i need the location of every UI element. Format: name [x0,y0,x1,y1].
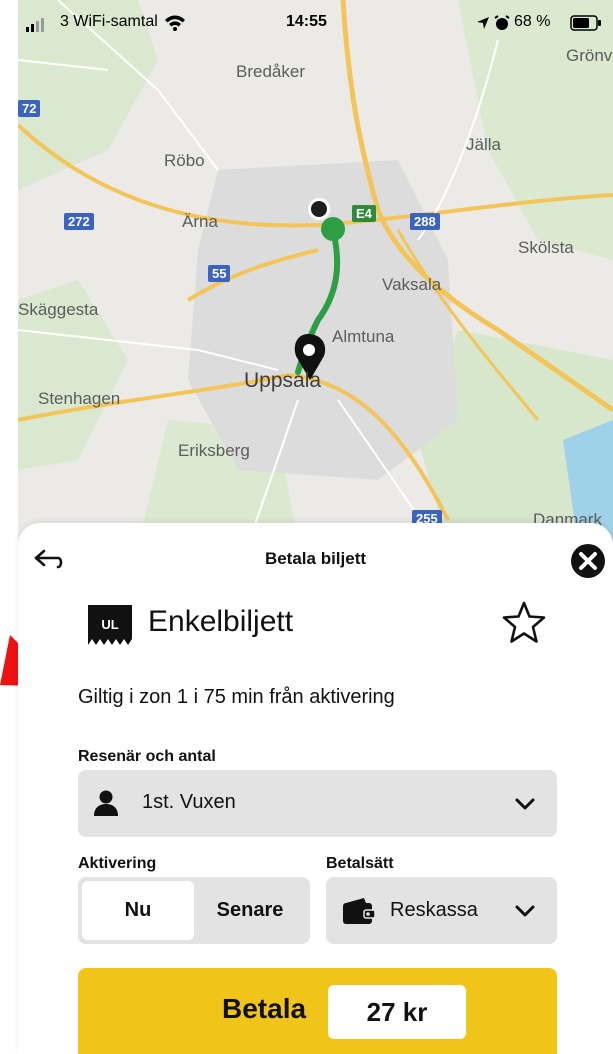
road-shield-55: 55 [208,265,231,282]
wallet-icon [343,898,376,924]
clock: 14:55 [286,13,327,30]
star-icon[interactable] [500,599,548,647]
activation-option-now[interactable]: Nu [82,881,194,940]
road-shield-72: 72 [18,100,41,117]
map-canvas [18,0,613,545]
payment-sheet: Betala biljett UL Enkelbiljett Giltig i … [18,523,613,1054]
payment-label: Betalsätt [326,855,394,872]
map-label-stenhagen: Stenhagen [38,389,121,408]
map-label-vaksala: Vaksala [382,275,442,294]
wifi-icon [165,15,185,31]
chevron-down-icon [515,905,535,917]
road-shield-272: 272 [64,213,94,230]
activation-label: Aktivering [78,855,157,872]
activation-toggle: Nu Senare [78,877,310,944]
payment-value: Reskassa [390,899,478,921]
carrier-label: 3 WiFi-samtal [60,13,158,30]
map-label-gronv: Grönv [566,46,613,65]
payment-method-select[interactable]: Reskassa [326,877,557,944]
road-shield-e4: E4 [352,205,376,222]
price-badge: 27 kr [328,985,466,1039]
status-bar: 3 WiFi-samtal 14:55 68 % [18,0,613,44]
map-label-skaggesta: Skäggesta [18,300,99,319]
map-label-robo: Röbo [164,151,205,170]
sheet-title: Betala biljett [264,549,367,568]
person-icon [94,790,118,816]
map-label-jalla: Jälla [466,135,501,154]
map-label-skolsta: Skölsta [518,238,574,257]
road-shield-288: 288 [410,213,440,230]
close-icon[interactable] [570,543,606,579]
map-label-bredaker: Bredåker [236,62,305,81]
alarm-icon [494,15,510,30]
traveller-label: Resenär och antal [78,748,216,765]
traveller-value: 1st. Vuxen [142,791,236,813]
map-view[interactable]: Bredåker Grönv Jälla Röbo Ärna Skölsta V… [18,0,613,545]
chevron-down-icon [515,798,535,810]
ticket-validity: Giltig i zon 1 i 75 min från aktivering [78,686,395,708]
ticket-name: Enkelbiljett [148,605,294,638]
pay-button[interactable]: Betala 27 kr [78,968,557,1054]
map-label-arna: Ärna [182,212,218,231]
signal-icon [26,18,44,32]
activation-option-later[interactable]: Senare [194,881,306,940]
ticket-icon-label: UL [101,617,118,632]
battery-percent: 68 % [514,13,551,30]
map-label-almtuna: Almtuna [332,327,395,346]
map-label-eriksberg: Eriksberg [178,441,250,460]
ticket-icon: UL [88,605,132,645]
battery-icon [570,15,601,31]
location-arrow-icon [477,17,489,29]
pay-button-label: Betala [222,993,307,1024]
map-label-uppsala: Uppsala [244,369,322,392]
traveller-select[interactable]: 1st. Vuxen [78,770,557,837]
